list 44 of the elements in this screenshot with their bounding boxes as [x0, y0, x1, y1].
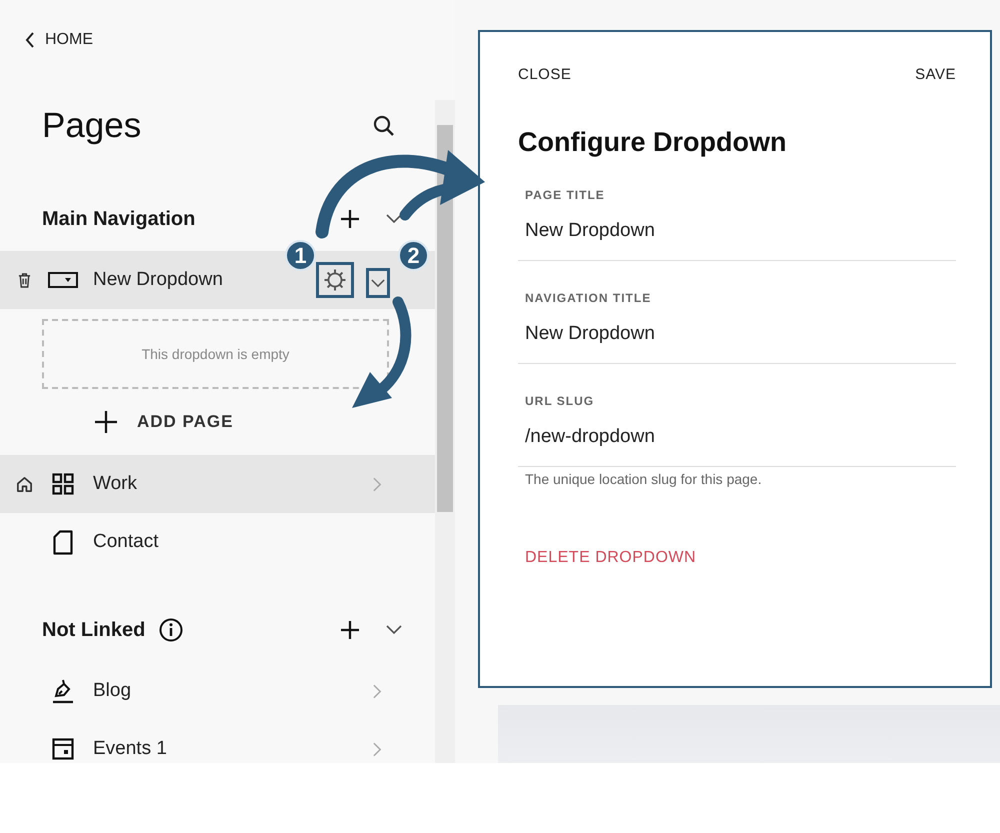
nav-item[interactable]: Blog: [0, 662, 435, 720]
settings-button[interactable]: [316, 262, 354, 298]
trash-icon[interactable]: [18, 272, 30, 288]
empty-message: This dropdown is empty: [142, 346, 290, 362]
text-field[interactable]: /new-dropdown: [518, 408, 956, 467]
delete-button[interactable]: DELETE DROPDOWN: [525, 549, 696, 567]
save-button[interactable]: SAVE: [915, 66, 956, 83]
chevron-right-icon: [373, 742, 382, 756]
pages-title: Pages: [42, 106, 142, 146]
nav-item[interactable]: Work: [0, 455, 435, 513]
search-icon[interactable]: [373, 115, 395, 137]
back-chevron-icon: [25, 32, 35, 48]
add-icon[interactable]: [340, 209, 360, 229]
close-button[interactable]: CLOSE: [518, 66, 572, 83]
collapse-chevron-icon[interactable]: [386, 625, 402, 635]
home-link[interactable]: HOME: [25, 31, 93, 49]
chevron-down-icon: [371, 278, 385, 288]
info-icon[interactable]: [159, 618, 184, 642]
home-icon: [16, 476, 32, 492]
nav-item[interactable]: Events 1: [0, 720, 435, 763]
page-icon: [53, 530, 73, 554]
chevron-right-icon: [373, 476, 382, 492]
section-title: Main Navigation: [42, 208, 196, 230]
pen-icon: [52, 678, 74, 704]
plus-icon: [95, 411, 117, 433]
gear-icon: [323, 268, 347, 292]
dropdown-icon: [48, 272, 78, 288]
field-label: PAGE TITLE: [524, 188, 606, 202]
help-text: The unique location slug for this page.: [524, 470, 763, 487]
add-icon[interactable]: [340, 620, 360, 640]
add-page-button[interactable]: ADD PAGE: [95, 411, 234, 433]
section-title: Not Linked: [42, 618, 146, 642]
calendar-icon: [52, 738, 74, 760]
field-label: NAVIGATION TITLE: [524, 291, 652, 305]
expand-button[interactable]: [366, 268, 390, 298]
scrollbar-thumb[interactable]: [437, 125, 453, 512]
chevron-right-icon: [373, 684, 382, 698]
nav-item[interactable]: Contact: [0, 513, 435, 571]
text-field[interactable]: New Dropdown: [518, 202, 956, 261]
grid-icon: [52, 473, 74, 495]
field-label: URL SLUG: [524, 394, 596, 408]
collapse-chevron-icon[interactable]: [386, 214, 402, 224]
text-field[interactable]: New Dropdown: [518, 305, 956, 364]
panel-title: Configure Dropdown: [518, 127, 788, 158]
